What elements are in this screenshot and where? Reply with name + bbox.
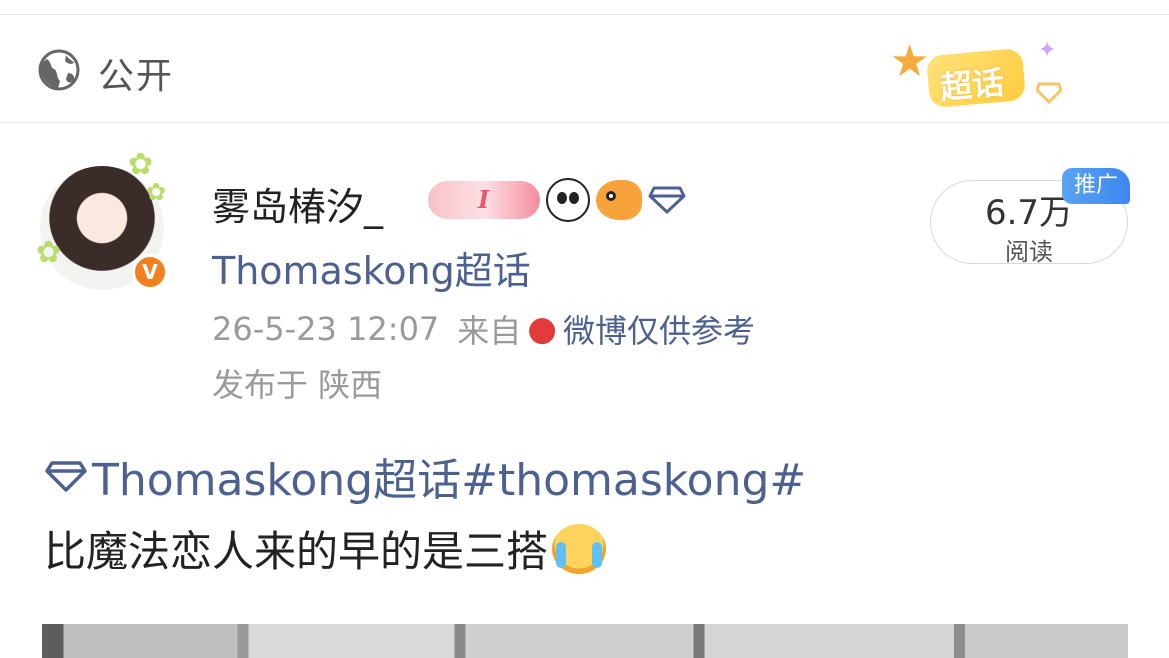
promo-tag[interactable]: 推广 xyxy=(1062,168,1130,204)
supertopic-link[interactable]: Thomaskong超话 xyxy=(212,240,531,295)
diamond-badge-icon[interactable] xyxy=(648,185,686,215)
avatar[interactable]: ✿ ✿ ✿ V xyxy=(36,150,171,295)
verified-badge-icon: V xyxy=(132,254,168,290)
post-image[interactable] xyxy=(42,624,1128,658)
post-source-link[interactable]: 微博仅供参考 xyxy=(563,306,755,352)
supertopic-badge[interactable]: ★ ✦ 超话 xyxy=(888,38,1078,128)
pill-badge-letter: I xyxy=(478,185,490,214)
star-icon: ★ xyxy=(890,36,930,87)
panda-badge-icon[interactable] xyxy=(546,178,590,222)
author-badges[interactable]: I xyxy=(428,178,686,222)
globe-icon xyxy=(38,49,80,91)
sparkle-icon: ✦ xyxy=(1038,38,1057,63)
crying-face-icon xyxy=(552,523,607,574)
post-location: 发布于 陕西 xyxy=(212,366,383,404)
source-prefix: 来自 xyxy=(457,312,522,350)
views-label: 阅读 xyxy=(1005,238,1053,266)
post-topic-line[interactable]: Thomaskong超话#thomaskong# xyxy=(44,448,806,506)
post-timestamp: 26-5-23 12:07 xyxy=(212,310,440,348)
clover-icon: ✿ xyxy=(128,147,154,182)
clover-icon: ✿ xyxy=(36,235,62,270)
diamond-icon xyxy=(45,461,87,492)
clover-icon: ✿ xyxy=(146,178,167,206)
post-body-text: 比魔法恋人来的早的是三搭 xyxy=(44,527,549,576)
post-topic-text[interactable]: Thomaskong超话#thomaskong# xyxy=(92,444,806,508)
fish-badge-icon[interactable] xyxy=(596,180,642,220)
pill-badge-icon[interactable]: I xyxy=(428,181,540,219)
supertopic-badge-label: 超话 xyxy=(938,63,1006,107)
strawberry-icon: ● xyxy=(527,309,557,349)
diamond-icon xyxy=(1036,82,1062,104)
post-body: 比魔法恋人来的早的是三搭 xyxy=(44,518,607,579)
visibility-label: 公开 xyxy=(98,56,175,97)
post-meta: 26-5-23 12:07 来自 ● 微博仅供参考 xyxy=(212,306,755,352)
author-name[interactable]: 雾岛椿汐_ xyxy=(212,176,383,231)
